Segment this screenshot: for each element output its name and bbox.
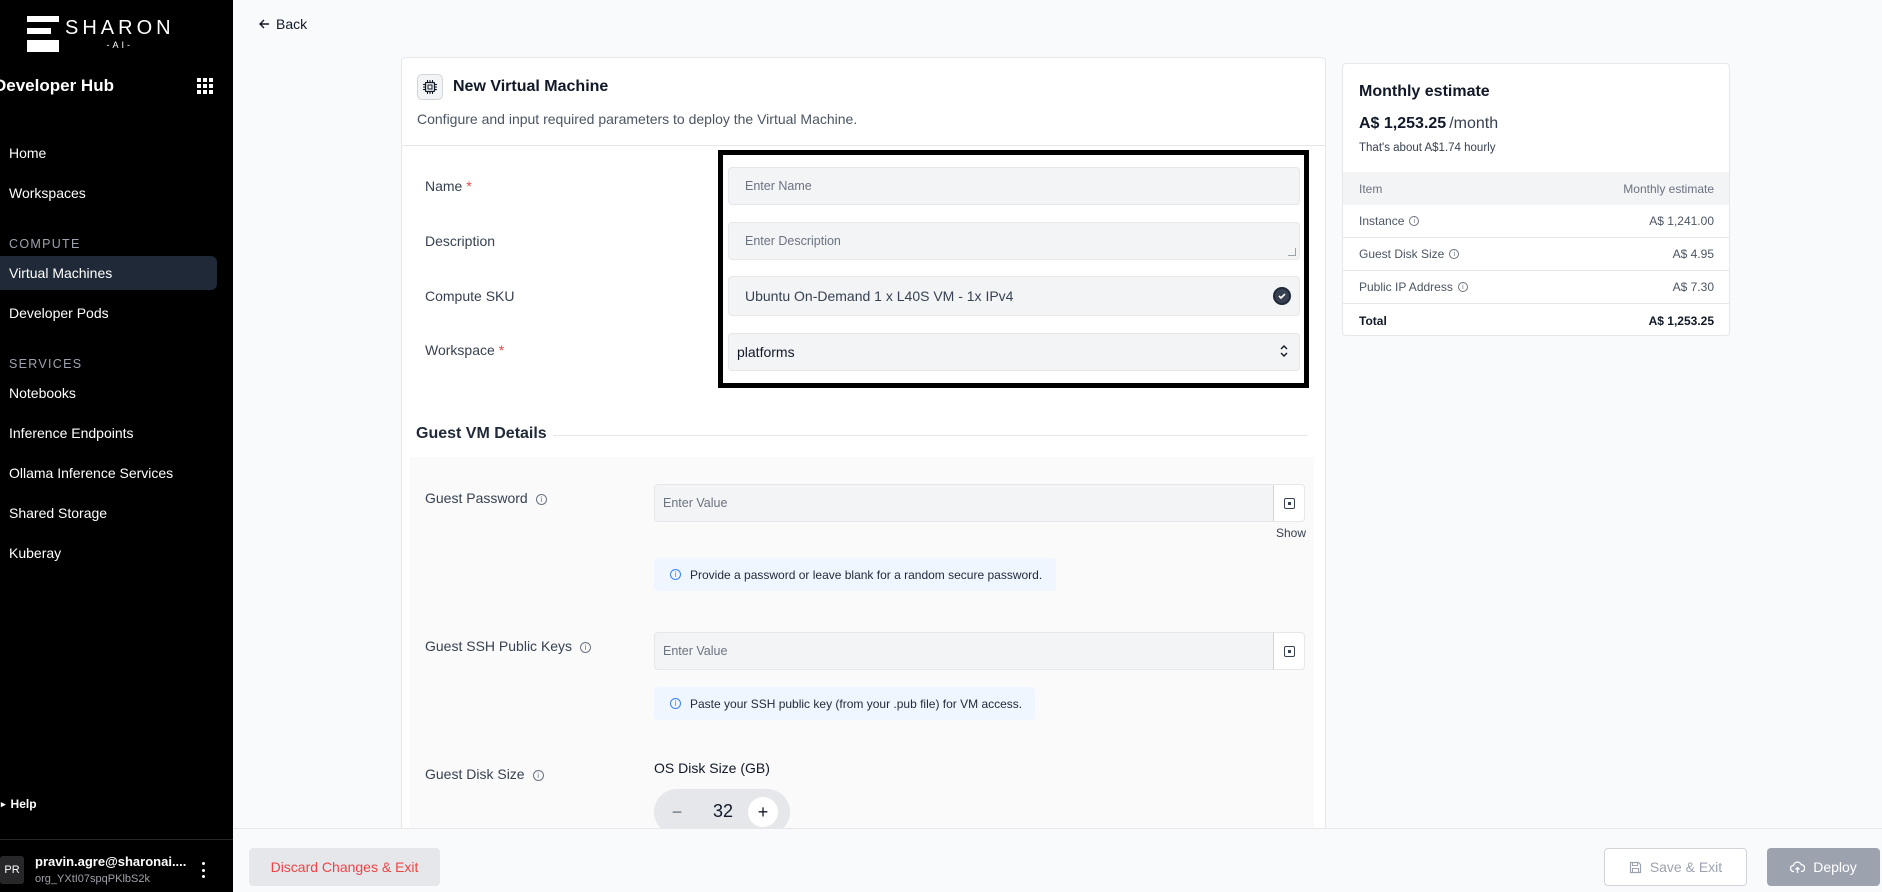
sidebar-divider xyxy=(0,839,233,840)
guest-section-title: Guest VM Details xyxy=(416,425,547,442)
discard-button[interactable]: Discard Changes & Exit xyxy=(249,848,440,886)
key-icon xyxy=(1283,645,1295,657)
ssh-hint-text: Paste your SSH public key (from your .pu… xyxy=(690,696,1023,711)
avatar: PR xyxy=(0,856,24,884)
disk-size-value[interactable]: 32 xyxy=(706,801,740,822)
info-icon: i xyxy=(1449,249,1460,259)
chevron-right-icon: ▸ xyxy=(1,798,6,809)
page-subtitle: Configure and input required parameters … xyxy=(417,111,858,127)
compute-sku-label: Compute SKU xyxy=(425,288,515,304)
info-icon: i xyxy=(532,769,544,781)
sidebar-item-kuberay[interactable]: Kuberay xyxy=(0,536,217,570)
sidebar-item-developer-pods[interactable]: Developer Pods xyxy=(0,296,217,330)
sidebar-item-home[interactable]: Home xyxy=(0,136,217,170)
save-exit-button[interactable]: Save & Exit xyxy=(1604,848,1747,886)
info-icon: i xyxy=(1409,216,1420,226)
monthly-estimate-panel: Monthly estimate A$ 1,253.25/month That'… xyxy=(1342,63,1730,336)
info-icon: i xyxy=(580,641,592,653)
guest-ssh-label: Guest SSH Public Keys i xyxy=(425,638,592,654)
help-label: Help xyxy=(10,797,37,811)
help-link[interactable]: ▸ Help xyxy=(0,797,37,811)
workspace-label: Workspace * xyxy=(425,342,505,358)
cloud-upload-icon xyxy=(1790,860,1806,873)
back-link[interactable]: Back xyxy=(258,16,307,32)
guest-password-label: Guest Password i xyxy=(425,490,547,506)
sidebar-item-virtual-machines[interactable]: Virtual Machines xyxy=(0,256,217,290)
more-vertical-icon[interactable] xyxy=(202,862,206,878)
section-services: SERVICES xyxy=(9,357,83,371)
estimate-title: Monthly estimate xyxy=(1359,83,1490,100)
brand-logo[interactable]: SHARON -AI- xyxy=(27,16,175,52)
increment-button[interactable]: + xyxy=(748,797,778,827)
guest-ssh-input[interactable]: Enter Value xyxy=(654,632,1274,670)
deploy-button[interactable]: Deploy xyxy=(1767,848,1880,886)
sidebar-item-ollama[interactable]: Ollama Inference Services xyxy=(0,456,217,490)
table-row-total: Total A$ 1,253.25 xyxy=(1359,313,1714,328)
show-password-link[interactable]: Show xyxy=(1276,526,1306,540)
brand-name: SHARON xyxy=(65,17,175,39)
highlight-frame xyxy=(718,150,1309,388)
user-org: org_YXtI07spqPKlbS2k xyxy=(35,873,150,885)
table-row: Guest Disk Size i A$ 4.95 xyxy=(1343,238,1729,271)
arrow-left-icon xyxy=(259,19,269,29)
page-title: New Virtual Machine xyxy=(453,78,609,95)
user-email: pravin.agre@sharonai.... xyxy=(35,854,187,869)
guest-password-input[interactable]: Enter Value xyxy=(654,484,1274,522)
brand-sub: -AI- xyxy=(106,40,134,50)
card-header: New Virtual Machine Configure and input … xyxy=(402,58,1325,146)
info-icon: i xyxy=(1457,282,1468,292)
section-compute: COMPUTE xyxy=(9,237,81,251)
os-disk-label: OS Disk Size (GB) xyxy=(654,760,770,776)
action-footer: Discard Changes & Exit Save & Exit Deplo… xyxy=(233,828,1882,892)
sidebar-item-workspaces[interactable]: Workspaces xyxy=(0,176,217,210)
chip-icon xyxy=(417,74,443,100)
guest-disk-label: Guest Disk Size i xyxy=(425,766,544,782)
sidebar-item-notebooks[interactable]: Notebooks xyxy=(0,376,217,410)
password-hint-text: Provide a password or leave blank for a … xyxy=(690,567,1043,582)
logo-mark-icon xyxy=(27,16,59,52)
decrement-button[interactable]: − xyxy=(662,797,692,827)
estimate-table: Item Monthly estimate Instance i A$ 1,241.… xyxy=(1343,172,1729,335)
sidebar-item-inference-endpoints[interactable]: Inference Endpoints xyxy=(0,416,217,450)
key-icon xyxy=(1283,497,1295,509)
info-icon: i xyxy=(670,569,681,580)
sidebar-item-shared-storage[interactable]: Shared Storage xyxy=(0,496,217,530)
description-label: Description xyxy=(425,233,496,249)
table-row: Public IP Address i A$ 7.30 xyxy=(1343,271,1729,304)
hub-title: Developer Hub xyxy=(0,76,114,95)
password-hint: i Provide a password or leave blank for … xyxy=(654,558,1056,591)
save-icon xyxy=(1629,861,1641,873)
sidebar: SHARON -AI- Developer Hub Home Workspace… xyxy=(0,0,233,892)
estimate-hourly: That's about A$1.74 hourly xyxy=(1359,142,1496,154)
info-icon: i xyxy=(535,493,547,505)
info-icon: i xyxy=(670,698,681,709)
generate-password-button[interactable] xyxy=(1273,484,1305,522)
upload-key-button[interactable] xyxy=(1273,632,1305,670)
user-menu[interactable]: PR pravin.agre@sharonai.... org_YXtI07sp… xyxy=(0,852,233,888)
back-label: Back xyxy=(276,16,308,32)
table-row: Instance i A$ 1,241.00 xyxy=(1343,205,1729,238)
section-divider xyxy=(553,435,1308,436)
name-label: Name * xyxy=(425,178,472,194)
estimate-price: A$ 1,253.25/month xyxy=(1359,115,1499,132)
table-header: Item Monthly estimate xyxy=(1343,172,1729,205)
apps-grid-icon[interactable] xyxy=(197,78,213,94)
ssh-hint: i Paste your SSH public key (from your .… xyxy=(654,687,1035,720)
